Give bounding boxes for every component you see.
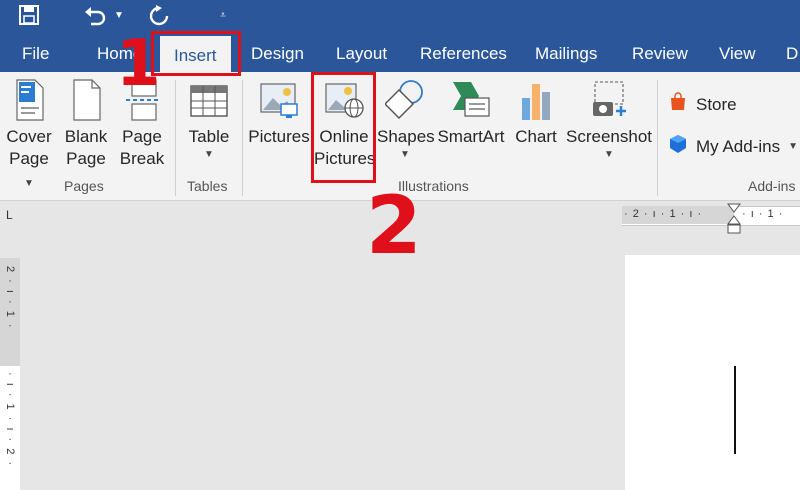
pictures-icon: [259, 76, 299, 124]
pictures-label: Pictures: [248, 127, 310, 146]
online-pictures-highlight: [311, 72, 376, 183]
store-label: Store: [696, 94, 737, 114]
tab-review[interactable]: Review: [632, 34, 688, 72]
addins-group-label: Add-ins: [748, 178, 796, 194]
save-icon[interactable]: [12, 0, 46, 30]
cover-page-icon: [9, 76, 49, 124]
vertical-ruler-ticks-bottom: · ı · 1 · ı · 2 ·: [4, 372, 16, 468]
text-cursor: [734, 366, 736, 454]
pages-group-label: Pages: [64, 178, 104, 194]
page-break-label-1: Page: [122, 127, 162, 146]
blank-page-icon: [66, 76, 106, 124]
pictures-button[interactable]: Pictures: [246, 76, 312, 148]
tab-selector-icon[interactable]: L: [6, 208, 13, 222]
shapes-label: Shapes: [377, 127, 435, 146]
tab-references[interactable]: References: [420, 34, 507, 72]
horizontal-ruler-ticks: · 2 · ı · 1 · ı ·: [624, 208, 703, 220]
chevron-down-icon: ▼: [604, 149, 614, 160]
table-label: Table: [188, 127, 230, 146]
horizontal-ruler-ticks-right: · ı · 1 ·: [742, 208, 784, 220]
store-button[interactable]: Store: [668, 92, 737, 117]
undo-dropdown-icon[interactable]: ▼: [112, 0, 126, 30]
tables-group-label: Tables: [187, 178, 228, 194]
group-separator: [175, 80, 176, 196]
group-separator: [242, 80, 243, 196]
chevron-down-icon: ▼: [788, 140, 798, 152]
screenshot-icon: [589, 76, 629, 124]
cover-page-button[interactable]: Cover Page ▼: [2, 76, 56, 192]
my-addins-icon: [668, 134, 688, 159]
tab-layout[interactable]: Layout: [336, 34, 387, 72]
vertical-ruler-ticks-top: 2 · ı · 1 ·: [4, 266, 16, 330]
tab-design[interactable]: Design: [251, 34, 304, 72]
screenshot-label: Screenshot: [566, 127, 652, 146]
chart-icon: [516, 76, 556, 124]
chevron-down-icon: ▼: [400, 149, 410, 160]
tab-file[interactable]: File: [22, 34, 49, 72]
blank-page-label-1: Blank: [64, 127, 108, 146]
table-button[interactable]: Table ▼: [182, 76, 236, 162]
blank-page-label-2: Page: [66, 149, 106, 168]
shapes-icon: [383, 76, 425, 124]
group-separator: [657, 80, 658, 196]
page-break-label-2: Break: [119, 149, 165, 168]
tab-mailings[interactable]: Mailings: [535, 34, 597, 72]
insert-tab-highlight: [151, 31, 241, 76]
indent-marker-icon[interactable]: [727, 203, 741, 240]
redo-icon[interactable]: [144, 0, 174, 30]
smartart-label: SmartArt: [437, 127, 505, 146]
my-addins-label: My Add-ins: [696, 136, 781, 156]
customize-qat-icon[interactable]: ⩡: [214, 0, 232, 30]
cover-page-label-2: Page ▼: [9, 149, 49, 189]
cover-page-label-1: Cover: [6, 127, 52, 146]
screenshot-button[interactable]: Screenshot ▼: [565, 76, 653, 162]
smartart-icon: [451, 76, 491, 124]
tab-design-cut[interactable]: D: [786, 34, 798, 72]
chart-label: Chart: [515, 127, 557, 146]
blank-page-button[interactable]: Blank Page: [60, 76, 112, 170]
chevron-down-icon: ▼: [24, 178, 34, 189]
chart-button[interactable]: Chart: [510, 76, 562, 148]
chevron-down-icon: ▼: [204, 149, 214, 160]
store-icon: [668, 92, 688, 117]
step-2-number: 2: [366, 179, 422, 272]
document-page[interactable]: [625, 255, 800, 490]
table-icon: [189, 76, 229, 124]
smartart-button[interactable]: SmartArt: [436, 76, 506, 148]
shapes-button[interactable]: Shapes ▼: [377, 76, 435, 162]
my-addins-button[interactable]: My Add-ins ▼: [668, 134, 798, 159]
step-1-number: 1: [116, 27, 161, 101]
tab-view[interactable]: View: [719, 34, 756, 72]
undo-icon[interactable]: [80, 0, 110, 30]
